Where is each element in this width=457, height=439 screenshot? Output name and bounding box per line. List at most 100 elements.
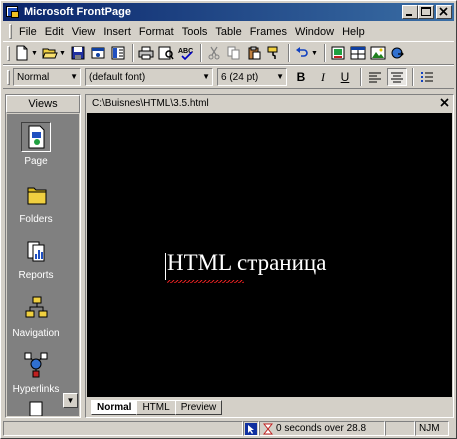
bulleted-list-button[interactable] [417, 68, 437, 86]
print-button[interactable] [137, 44, 155, 62]
insert-table-icon [350, 46, 366, 60]
print-icon [138, 46, 154, 60]
bold-button[interactable]: B [291, 68, 311, 86]
new-dropdown-arrow[interactable]: ▼ [31, 50, 38, 57]
new-page-icon [16, 45, 28, 61]
views-scroll-down-button[interactable]: ▼ [63, 393, 78, 408]
menu-file[interactable]: File [15, 26, 41, 38]
align-left-button[interactable] [365, 68, 385, 86]
standard-toolbar: ▼ ▼ ABC ▼ [3, 41, 454, 65]
chevron-down-icon: ▼ [70, 72, 78, 81]
page-editor-canvas[interactable]: HTML страница [87, 113, 452, 397]
reports-icon [21, 236, 51, 266]
menu-insert[interactable]: Insert [99, 26, 135, 38]
open-button[interactable] [41, 44, 59, 62]
spelling-button[interactable]: ABC [177, 44, 195, 62]
views-header: Views [6, 95, 80, 113]
view-navigation-label: Navigation [12, 328, 60, 339]
toolbar-separator [360, 68, 362, 86]
document-pane: C:\Buisnes\HTML\3.5.html HTML страница N… [85, 94, 454, 418]
tab-normal-label: Normal [97, 401, 132, 413]
new-page-button[interactable] [13, 44, 31, 62]
open-dropdown-arrow[interactable]: ▼ [59, 50, 66, 57]
toolbar-separator [132, 44, 134, 62]
toolbar-separator [324, 44, 326, 62]
menu-format[interactable]: Format [135, 26, 178, 38]
tab-normal[interactable]: Normal [91, 399, 138, 415]
close-button[interactable] [436, 5, 452, 19]
arrow-cursor-icon [245, 422, 257, 435]
cut-button[interactable] [205, 44, 223, 62]
frontpage-app-icon[interactable] [5, 5, 21, 19]
spelling-error-underline [167, 280, 244, 283]
view-folders[interactable]: Folders [7, 180, 65, 225]
toolbar-grip[interactable] [7, 45, 10, 61]
menu-help[interactable]: Help [338, 26, 369, 38]
navigation-icon [21, 294, 51, 324]
window-title: Microsoft FrontPage [24, 6, 131, 18]
text-caret [165, 253, 166, 280]
menu-window[interactable]: Window [291, 26, 338, 38]
toolbar-grip[interactable] [7, 69, 10, 85]
page-heading-text[interactable]: HTML страница [167, 250, 326, 276]
maximize-button[interactable] [418, 5, 434, 19]
hyperlinks-icon [21, 350, 51, 380]
undo-button[interactable] [293, 44, 311, 62]
menu-table[interactable]: Table [211, 26, 245, 38]
status-mode: NJM [419, 423, 440, 434]
align-left-icon [369, 72, 381, 83]
toolbar-separator [412, 68, 414, 86]
bulleted-list-icon [421, 72, 433, 82]
menu-view[interactable]: View [68, 26, 100, 38]
view-mode-tabs: Normal HTML Preview [87, 398, 452, 416]
format-painter-button[interactable] [265, 44, 283, 62]
status-bar: 0 seconds over 28.8 NJM [3, 420, 454, 437]
tab-html[interactable]: HTML [136, 399, 176, 415]
copy-button[interactable] [225, 44, 243, 62]
view-folders-label: Folders [19, 214, 53, 225]
frontpage-window: Microsoft FrontPage File Edit View Inser… [0, 0, 457, 439]
download-time: 0 seconds over 28.8 [276, 423, 367, 434]
menu-bar: File Edit View Insert Format Tools Table… [3, 22, 454, 41]
close-document-button[interactable] [440, 95, 449, 112]
menubar-grip[interactable] [9, 24, 12, 39]
minimize-icon [406, 14, 412, 16]
copy-icon [227, 46, 240, 60]
view-tasks-partial[interactable] [7, 400, 65, 416]
menu-frames[interactable]: Frames [246, 26, 291, 38]
insert-table-button[interactable] [349, 44, 367, 62]
insert-hyperlink-button[interactable] [389, 44, 407, 62]
underline-label: U [340, 70, 350, 84]
font-size-select[interactable]: 6 (24 pt) ▼ [217, 68, 287, 86]
view-page[interactable]: Page [7, 122, 65, 167]
style-select[interactable]: Normal ▼ [13, 68, 81, 86]
open-folder-icon [42, 48, 58, 59]
undo-dropdown-arrow[interactable]: ▼ [311, 50, 318, 57]
views-bar: Views Page Folders Reports Navigation Hy… [5, 94, 81, 418]
status-icon-panel[interactable] [243, 421, 259, 436]
views-list: Page Folders Reports Navigation Hyperlin… [7, 114, 79, 416]
font-select-value: (default font) [89, 71, 146, 83]
preview-in-browser-button[interactable] [157, 44, 175, 62]
publish-button[interactable] [89, 44, 107, 62]
italic-button[interactable]: I [313, 68, 333, 86]
align-center-button[interactable] [387, 68, 407, 86]
paste-button[interactable] [245, 44, 263, 62]
insert-picture-button[interactable] [369, 44, 387, 62]
save-button[interactable] [69, 44, 87, 62]
menu-tools[interactable]: Tools [178, 26, 212, 38]
tab-preview[interactable]: Preview [174, 399, 223, 415]
view-reports[interactable]: Reports [7, 236, 65, 281]
web-component-button[interactable] [329, 44, 347, 62]
spelling-check-icon: ABC [178, 48, 193, 60]
view-navigation[interactable]: Navigation [7, 294, 65, 339]
folder-list-button[interactable] [109, 44, 127, 62]
menu-edit[interactable]: Edit [41, 26, 68, 38]
italic-label: I [321, 69, 325, 84]
tasks-icon [21, 400, 51, 416]
view-hyperlinks[interactable]: Hyperlinks [7, 350, 65, 395]
minimize-button[interactable] [402, 5, 418, 19]
font-select[interactable]: (default font) ▼ [85, 68, 213, 86]
title-bar[interactable]: Microsoft FrontPage [3, 3, 454, 21]
underline-button[interactable]: U [335, 68, 355, 86]
